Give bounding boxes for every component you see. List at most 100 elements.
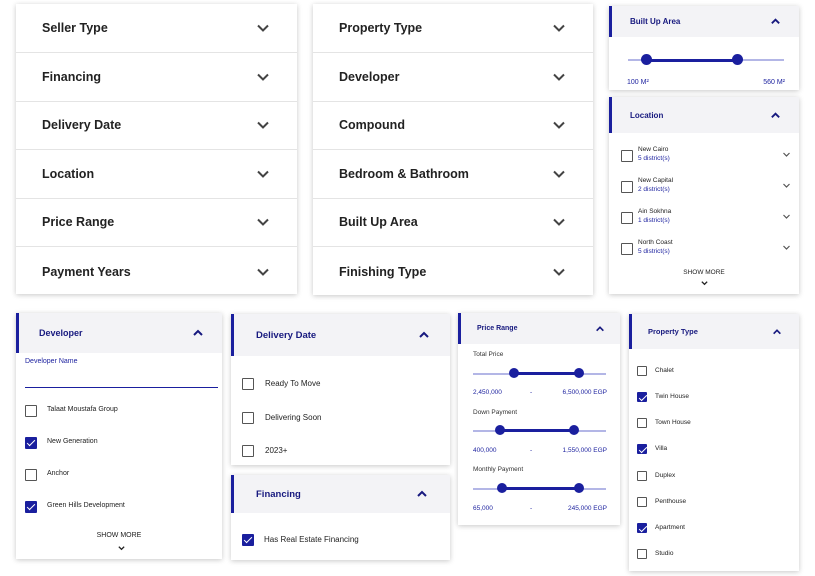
chevron-down-icon[interactable] — [782, 181, 791, 190]
accordion-label: Price Range — [42, 215, 115, 229]
panel-title: Built Up Area — [630, 17, 681, 26]
developer-name-input[interactable] — [25, 368, 218, 388]
property-type-checkbox[interactable] — [637, 549, 647, 559]
property-type-option: Apartment — [655, 524, 685, 531]
chevron-down-icon[interactable] — [700, 279, 709, 287]
chevron-up-icon — [771, 111, 780, 118]
chevron-down-icon — [553, 268, 565, 276]
area-slider[interactable] — [628, 54, 784, 66]
slider-min-handle[interactable] — [509, 368, 520, 378]
developer-option: Green Hills Development — [47, 502, 125, 509]
property-type-option: Duplex — [655, 472, 676, 479]
property-type-checkbox[interactable] — [637, 497, 647, 507]
slider-fill — [646, 58, 738, 62]
financing-header[interactable]: Financing — [231, 475, 450, 513]
developer-name-label: Developer Name — [25, 358, 78, 365]
developer-checkbox[interactable] — [25, 469, 37, 481]
panel-title: Price Range — [477, 325, 518, 332]
developer-checkbox[interactable] — [25, 501, 37, 513]
show-more-button[interactable]: SHOW MORE — [16, 532, 222, 539]
property-type-checkbox[interactable] — [637, 366, 647, 376]
accordion-price-range[interactable]: Price Range — [16, 198, 297, 247]
price-range-panel: Price Range Total Price 2,450,000 - 6,50… — [458, 313, 620, 525]
delivery-checkbox[interactable] — [242, 378, 254, 390]
slider-max-handle[interactable] — [731, 54, 743, 65]
accordion-payment-years[interactable]: Payment Years — [16, 247, 297, 294]
slider-min-handle[interactable] — [494, 425, 505, 435]
accordion-delivery-date[interactable]: Delivery Date — [16, 101, 297, 150]
delivery-option: 2023+ — [265, 446, 288, 455]
accordion-bedroom-bathroom[interactable]: Bedroom & Bathroom — [313, 150, 593, 199]
chevron-down-icon — [257, 170, 269, 178]
panel-title: Developer — [39, 328, 83, 338]
slider-max-handle[interactable] — [574, 483, 585, 493]
total-price-slider[interactable] — [473, 368, 606, 379]
accordion-seller-type[interactable]: Seller Type — [16, 4, 297, 53]
chevron-down-icon — [257, 268, 269, 276]
property-type-option: Studio — [655, 550, 674, 557]
slider-min-value: 2,450,000 — [473, 389, 502, 396]
location-checkbox[interactable] — [621, 243, 633, 255]
filter-panel-a: Seller Type Financing Delivery Date Loca… — [16, 4, 297, 294]
slider-separator: - — [530, 505, 533, 512]
slider-fill — [502, 487, 580, 490]
developer-option: New Generation — [47, 438, 98, 445]
location-district-count: 1 district(s) — [638, 217, 670, 224]
show-more-button[interactable]: SHOW MORE — [609, 269, 799, 276]
chevron-up-icon — [417, 490, 427, 497]
chevron-down-icon — [257, 121, 269, 129]
financing-checkbox[interactable] — [242, 534, 254, 546]
accordion-location[interactable]: Location — [16, 150, 297, 199]
delivery-checkbox[interactable] — [242, 445, 254, 457]
chevron-down-icon[interactable] — [117, 544, 126, 552]
accordion-label: Property Type — [339, 21, 423, 35]
built-up-area-header[interactable]: Built Up Area — [609, 6, 799, 37]
delivery-date-header[interactable]: Delivery Date — [231, 314, 450, 356]
slider-min-handle[interactable] — [641, 54, 653, 65]
built-up-area-panel: Built Up Area 100 M² 560 M² — [609, 6, 799, 90]
panel-title: Location — [630, 110, 664, 120]
accordion-property-type[interactable]: Property Type — [313, 4, 593, 53]
accordion-finishing-type[interactable]: Finishing Type — [313, 247, 593, 295]
property-type-checkbox[interactable] — [637, 444, 647, 454]
slider-min-handle[interactable] — [497, 483, 508, 493]
delivery-option: Delivering Soon — [265, 413, 322, 422]
delivery-checkbox[interactable] — [242, 412, 254, 424]
property-type-header[interactable]: Property Type — [629, 314, 799, 349]
property-type-option: Twin House — [655, 393, 689, 400]
slider-max-handle[interactable] — [569, 425, 580, 435]
developer-header[interactable]: Developer — [16, 313, 222, 353]
developer-checkbox[interactable] — [25, 405, 37, 417]
price-range-header[interactable]: Price Range — [458, 313, 620, 344]
area-max-label: 560 M² — [763, 79, 785, 86]
chevron-down-icon — [553, 24, 565, 32]
accordion-financing[interactable]: Financing — [16, 53, 297, 102]
property-type-checkbox[interactable] — [637, 523, 647, 533]
accordion-developer[interactable]: Developer — [313, 53, 593, 102]
accordion-built-up-area[interactable]: Built Up Area — [313, 198, 593, 247]
slider-title: Down Payment — [473, 409, 518, 416]
chevron-down-icon[interactable] — [782, 243, 791, 252]
chevron-down-icon[interactable] — [782, 212, 791, 221]
accordion-compound[interactable]: Compound — [313, 101, 593, 150]
area-min-label: 100 M² — [627, 79, 649, 86]
chevron-up-icon — [771, 18, 780, 24]
monthly-payment-slider[interactable] — [473, 483, 606, 494]
slider-separator: - — [530, 389, 533, 396]
chevron-down-icon[interactable] — [782, 150, 791, 159]
location-checkbox[interactable] — [621, 181, 633, 193]
property-type-option: Town House — [655, 419, 691, 426]
down-payment-slider[interactable] — [473, 425, 606, 436]
property-type-checkbox[interactable] — [637, 418, 647, 428]
location-checkbox[interactable] — [621, 212, 633, 224]
developer-checkbox[interactable] — [25, 437, 37, 449]
property-type-checkbox[interactable] — [637, 392, 647, 402]
location-header[interactable]: Location — [609, 97, 799, 133]
property-type-option: Villa — [655, 445, 668, 452]
property-type-checkbox[interactable] — [637, 471, 647, 481]
accordion-label: Delivery Date — [42, 118, 122, 132]
chevron-down-icon — [553, 73, 565, 81]
financing-panel: Financing Has Real Estate Financing — [231, 475, 450, 560]
slider-max-handle[interactable] — [574, 368, 585, 378]
location-checkbox[interactable] — [621, 150, 633, 162]
